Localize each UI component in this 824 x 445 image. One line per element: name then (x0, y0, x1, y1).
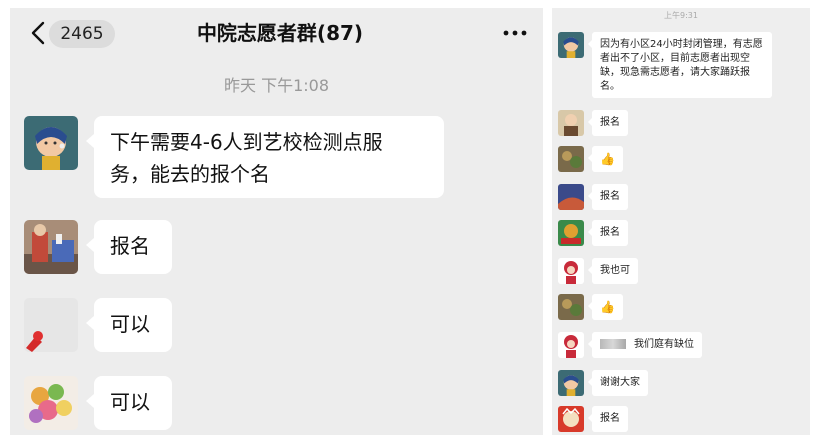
avatar[interactable] (558, 184, 584, 210)
group-title: 中院志愿者群(87) (196, 21, 364, 45)
message-bubble[interactable]: 我也可 (588, 258, 638, 284)
message-timestamp: 昨天 下午1:08 (223, 76, 330, 95)
message-text: 报名 (600, 117, 620, 128)
message-text: 报名 (600, 413, 620, 424)
message-text: 可以 (110, 390, 150, 414)
more-options-icon[interactable] (501, 21, 529, 45)
message-timestamp: 上午9:31 (664, 11, 698, 20)
message-text: 报名 (110, 234, 150, 258)
avatar[interactable] (24, 116, 78, 170)
avatar[interactable] (558, 406, 584, 432)
chat-header: 2465 中院志愿者群(87) (10, 8, 543, 60)
left-chat-screenshot: 2465 中院志愿者群(87) 昨天 下午1:08 下午需要4-6人到艺校检测点… (10, 8, 543, 435)
message-bubble[interactable]: 报名 (86, 220, 172, 274)
right-chat-screenshot: 上午9:31 因为有小区24小时封闭管理，有志愿者出不了小区，目前志愿者出现空缺… (552, 8, 810, 435)
message-text: 可以 (110, 312, 150, 336)
message-bubble[interactable]: 可以 (86, 298, 172, 352)
avatar[interactable] (558, 370, 584, 396)
avatar[interactable] (558, 258, 584, 284)
message-bubble[interactable]: 我们庭有缺位 (588, 332, 702, 358)
message-bubble[interactable]: 报名 (588, 110, 628, 136)
message-bubble[interactable]: 可以 (86, 376, 172, 430)
avatar[interactable] (558, 294, 584, 320)
message-text: 谢谢大家 (600, 377, 640, 388)
message-text: 因为有小区24小时封闭管理，有志愿者出不了小区，目前志愿者出现空缺，现急需志愿者… (600, 39, 763, 92)
thumbs-up-icon: 👍 (600, 300, 615, 314)
message-text: 我也可 (600, 265, 630, 276)
message-bubble[interactable]: 因为有小区24小时封闭管理，有志愿者出不了小区，目前志愿者出现空缺，现急需志愿者… (588, 32, 772, 98)
back-chevron-icon[interactable] (28, 20, 50, 46)
avatar[interactable] (558, 332, 584, 358)
message-text-line: 下午需要4-6人到艺校检测点服 (110, 130, 383, 154)
message-bubble[interactable]: 👍 (588, 294, 623, 320)
message-bubble[interactable]: 报名 (588, 406, 628, 432)
thumbs-up-icon: 👍 (600, 152, 615, 166)
avatar[interactable] (24, 220, 78, 274)
message-text: 报名 (600, 191, 620, 202)
redacted-mention (600, 339, 626, 349)
avatar[interactable] (558, 32, 584, 58)
avatar[interactable] (558, 220, 584, 246)
message-text-line: 务，能去的报个名 (110, 162, 270, 186)
message-bubble[interactable]: 谢谢大家 (588, 370, 648, 396)
message-bubble[interactable]: 下午需要4-6人到艺校检测点服 务，能去的报个名 (86, 116, 444, 198)
message-bubble[interactable]: 👍 (588, 146, 623, 172)
message-text: 报名 (600, 227, 620, 238)
message-text: 我们庭有缺位 (634, 339, 694, 350)
avatar[interactable] (558, 110, 584, 136)
avatar[interactable] (558, 146, 584, 172)
message-bubble[interactable]: 报名 (588, 220, 628, 246)
avatar[interactable] (24, 298, 78, 352)
message-bubble[interactable]: 报名 (588, 184, 628, 210)
unread-count-badge[interactable]: 2465 (49, 20, 115, 48)
avatar[interactable] (24, 376, 78, 430)
